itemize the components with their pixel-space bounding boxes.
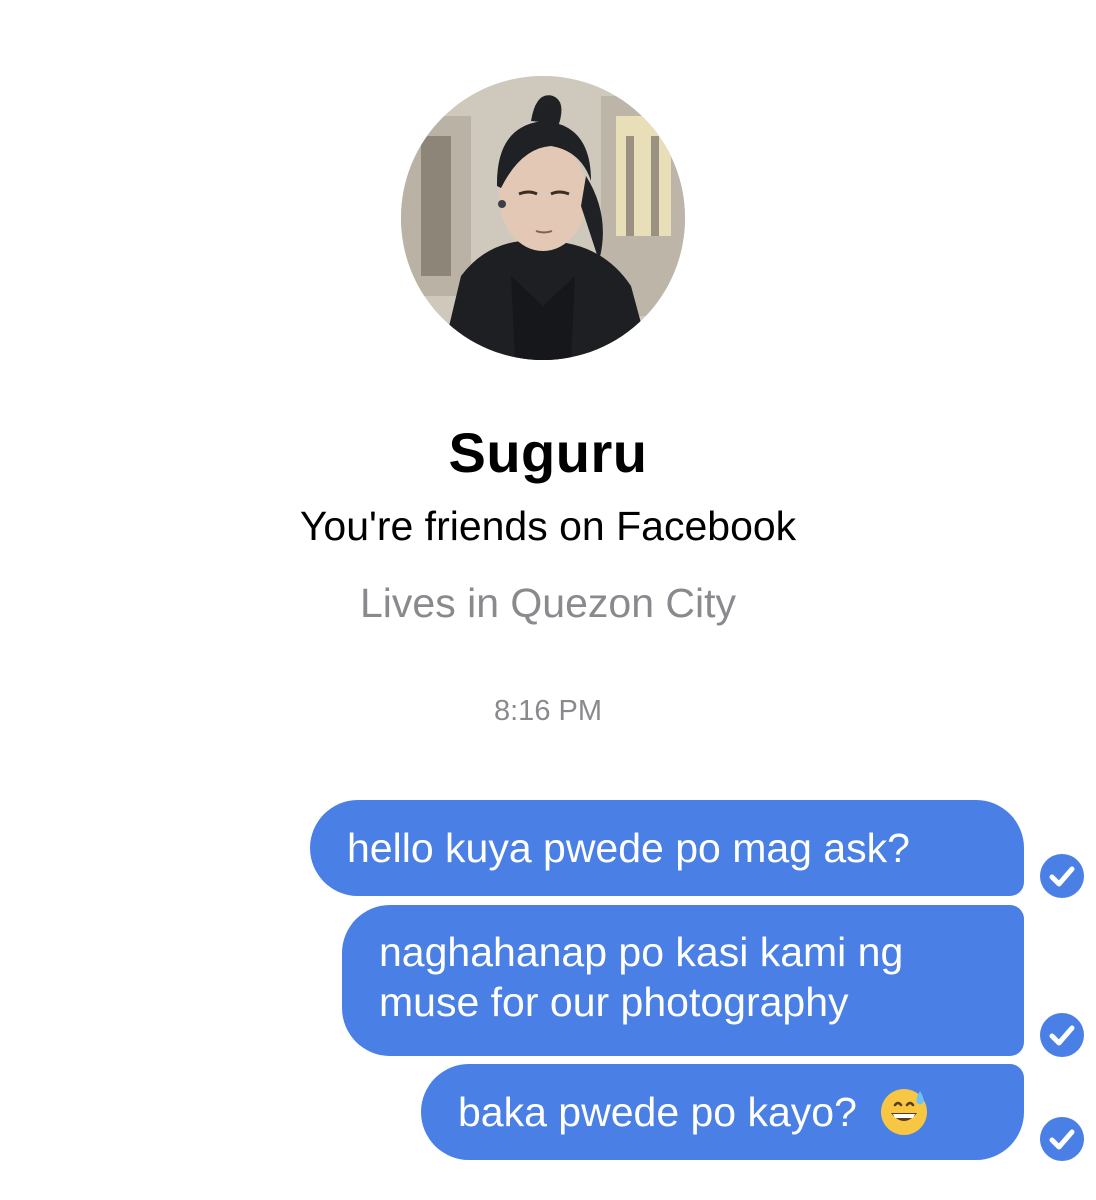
grinning-face-with-sweat-icon <box>881 1089 928 1136</box>
seen-check-icon <box>1040 854 1084 898</box>
seen-check-icon <box>1040 1013 1084 1057</box>
message-text: baka pwede po kayo? <box>458 1089 857 1135</box>
friend-status: You're friends on Facebook <box>299 503 797 549</box>
avatar-image <box>401 76 685 360</box>
message-timestamp: 8:16 PM <box>494 695 602 727</box>
message-text: hello kuya pwede po mag ask? <box>347 825 910 871</box>
message-bubble[interactable]: naghahanap po kasi kami ng muse for our … <box>342 905 1024 1056</box>
seen-check-icon <box>1040 1117 1084 1161</box>
location-text: Lives in Quezon City <box>359 580 736 626</box>
message-text-line: muse for our photography <box>379 979 849 1025</box>
message-bubble[interactable]: hello kuya pwede po mag ask? <box>310 800 1024 896</box>
message-bubble[interactable]: baka pwede po kayo? <box>421 1064 1024 1160</box>
message-text-line: naghahanap po kasi kami ng <box>379 929 904 975</box>
contact-name: Suguru <box>448 421 648 484</box>
profile-avatar[interactable] <box>401 76 685 360</box>
